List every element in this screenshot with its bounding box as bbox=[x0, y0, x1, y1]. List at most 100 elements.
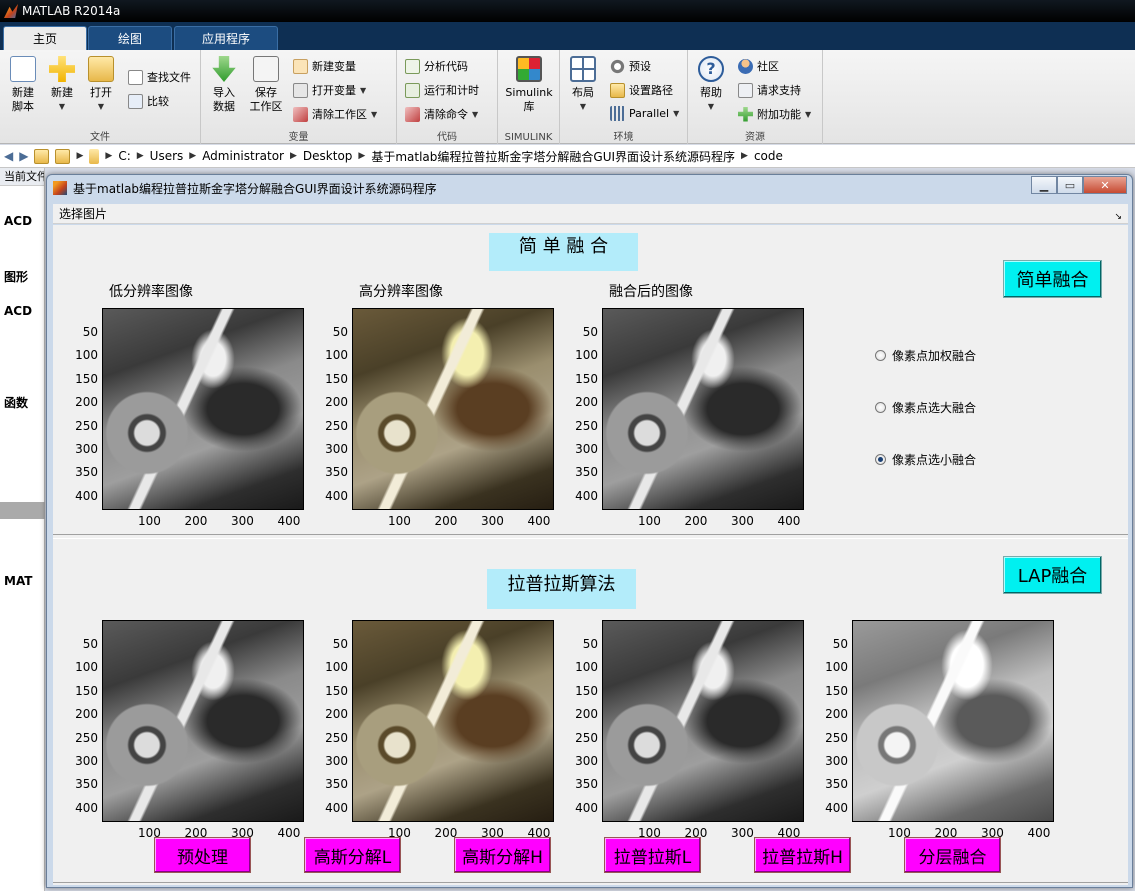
figure-body: 简 单 融 合 简单融合 低分辨率图像 高分辨率图像 融合后的图像 像素点加权融… bbox=[53, 225, 1128, 885]
compare-icon bbox=[128, 93, 143, 109]
current-folder-header: 当前文件夹 bbox=[0, 168, 44, 186]
open-variable-button[interactable]: 打开变量 ▼ bbox=[293, 82, 366, 98]
up-folder-icon[interactable] bbox=[34, 148, 50, 164]
chevron-down-icon: ▼ bbox=[673, 109, 680, 118]
set-path-button[interactable]: 设置路径 bbox=[610, 82, 673, 98]
folder-item[interactable]: MAT bbox=[4, 574, 32, 588]
axes-high-res-image bbox=[352, 308, 554, 510]
axes-title-high-res: 高分辨率图像 bbox=[359, 284, 443, 300]
layout-button[interactable]: 布局 ▼ bbox=[562, 56, 604, 114]
y-tick-label: 50 bbox=[82, 637, 98, 651]
preferences-button[interactable]: 预设 bbox=[610, 58, 651, 74]
chevron-right-icon: ▶ bbox=[358, 151, 366, 161]
new-variable-label: 新建变量 bbox=[312, 60, 356, 73]
simulink-library-button[interactable]: Simulink 库 bbox=[504, 56, 554, 114]
save-workspace-button[interactable]: 保存 工作区 bbox=[245, 56, 287, 114]
menu-overflow-icon[interactable]: ↘ bbox=[1114, 207, 1122, 227]
simple-fusion-button[interactable]: 简单融合 bbox=[1003, 260, 1102, 298]
y-tick-label: 300 bbox=[75, 754, 98, 768]
address-bar: ◀ ▶ ▶ ▶ C: ▶ Users ▶ Administrator ▶ Des… bbox=[0, 145, 1135, 168]
run-and-time-button[interactable]: 运行和计时 bbox=[405, 82, 479, 98]
group-code: 分析代码 运行和计时 清除命令 ▼ 代码 bbox=[397, 50, 498, 144]
folder-item[interactable]: 图形 bbox=[4, 268, 28, 285]
y-tick-label: 250 bbox=[825, 730, 848, 745]
maximize-button[interactable]: ▭ bbox=[1057, 176, 1083, 194]
simulink-label-2: 库 bbox=[523, 100, 535, 113]
forward-arrow-icon[interactable]: ▶ bbox=[19, 149, 28, 163]
new-label: 新建 bbox=[51, 86, 73, 99]
clear-workspace-button[interactable]: 清除工作区 ▼ bbox=[293, 106, 377, 122]
addons-button[interactable]: 附加功能 ▼ bbox=[738, 106, 811, 122]
plus-icon bbox=[49, 56, 75, 82]
folder-item[interactable]: ACD bbox=[4, 214, 32, 228]
axes-preprocess-image bbox=[102, 620, 304, 822]
radio-weighted-fusion[interactable]: 像素点加权融合 bbox=[875, 347, 976, 364]
breadcrumb-code[interactable]: code bbox=[754, 149, 783, 163]
breadcrumb-c[interactable]: C: bbox=[118, 149, 130, 163]
radio-min-fusion[interactable]: 像素点选小融合 bbox=[875, 451, 976, 468]
lap-fusion-button[interactable]: LAP融合 bbox=[1003, 556, 1102, 594]
new-script-button[interactable]: 新建 脚本 bbox=[2, 56, 44, 114]
gauss-decompose-l-button[interactable]: 高斯分解L bbox=[304, 837, 401, 873]
parallel-button[interactable]: Parallel ▼ bbox=[610, 106, 679, 121]
y-tick-label: 150 bbox=[575, 683, 598, 698]
help-button[interactable]: ? 帮助 ▼ bbox=[690, 56, 732, 114]
addons-label: 附加功能 bbox=[757, 108, 801, 121]
new-variable-button[interactable]: 新建变量 bbox=[293, 58, 356, 74]
x-tick-label: 200 bbox=[684, 514, 708, 528]
chevron-right-icon: ▶ bbox=[136, 151, 144, 161]
folder-item[interactable]: 函数 bbox=[4, 394, 28, 411]
find-files-button[interactable]: 查找文件 bbox=[128, 69, 191, 85]
new-button[interactable]: 新建 ▼ bbox=[41, 56, 83, 114]
request-support-button[interactable]: 请求支持 bbox=[738, 82, 801, 98]
close-button[interactable]: ✕ bbox=[1083, 176, 1127, 194]
menu-select-image[interactable]: 选择图片 bbox=[59, 207, 107, 221]
chevron-right-icon: ▶ bbox=[290, 151, 297, 161]
laplacian-l-button[interactable]: 拉普拉斯L bbox=[604, 837, 701, 873]
breadcrumb-administrator[interactable]: Administrator bbox=[202, 149, 284, 163]
clear-commands-icon bbox=[405, 106, 420, 122]
tab-home[interactable]: 主页 bbox=[3, 26, 87, 50]
browse-folder-icon[interactable] bbox=[55, 148, 71, 164]
y-tick-label: 300 bbox=[325, 442, 348, 456]
tab-apps[interactable]: 应用程序 bbox=[174, 26, 278, 50]
breadcrumb-desktop[interactable]: Desktop bbox=[303, 149, 353, 163]
radio-circle[interactable] bbox=[875, 350, 886, 361]
compare-button[interactable]: 比较 bbox=[128, 93, 169, 109]
group-label-file: 文件 bbox=[90, 132, 110, 143]
figure-titlebar: 基于matlab编程拉普拉斯金字塔分解融合GUI界面设计系统源码程序 bbox=[47, 175, 1132, 201]
breadcrumb-project-folder[interactable]: 基于matlab编程拉普拉斯金字塔分解融合GUI界面设计系统源码程序 bbox=[371, 148, 735, 165]
analyze-code-button[interactable]: 分析代码 bbox=[405, 58, 468, 74]
y-tick-label: 100 bbox=[575, 348, 598, 363]
group-file: 新建 脚本 新建 ▼ 打开 ▼ 查找文件 比较 文件 bbox=[0, 50, 201, 144]
breadcrumb-users[interactable]: Users bbox=[150, 149, 184, 163]
preprocess-button[interactable]: 预处理 bbox=[154, 837, 251, 873]
community-button[interactable]: 社区 bbox=[738, 58, 779, 74]
y-tick-label: 400 bbox=[325, 488, 348, 503]
clear-commands-button[interactable]: 清除命令 ▼ bbox=[405, 106, 478, 122]
open-button[interactable]: 打开 ▼ bbox=[80, 56, 122, 114]
minimize-button[interactable]: ▁ bbox=[1031, 176, 1057, 194]
y-tick-label: 150 bbox=[575, 371, 598, 386]
group-environment: 布局 ▼ 预设 设置路径 Parallel ▼ 环境 bbox=[560, 50, 688, 144]
layered-fusion-button[interactable]: 分层融合 bbox=[904, 837, 1001, 873]
y-tick-label: 400 bbox=[575, 488, 598, 503]
clear-workspace-icon bbox=[293, 106, 308, 122]
tab-plots[interactable]: 绘图 bbox=[88, 26, 172, 50]
radio-circle[interactable] bbox=[875, 402, 886, 413]
parallel-label: Parallel bbox=[629, 107, 670, 120]
group-label-variable: 变量 bbox=[288, 132, 309, 143]
laplacian-h-button[interactable]: 拉普拉斯H bbox=[754, 837, 851, 873]
import-data-button[interactable]: 导入 数据 bbox=[203, 56, 245, 114]
y-tick-label: 250 bbox=[75, 730, 98, 745]
window-buttons: ▁ ▭ ✕ bbox=[1031, 176, 1127, 194]
help-label: 帮助 bbox=[700, 86, 722, 99]
chevron-down-icon: ▼ bbox=[371, 109, 378, 119]
back-arrow-icon[interactable]: ◀ bbox=[4, 149, 13, 163]
y-tick-label: 150 bbox=[325, 683, 348, 698]
radio-max-fusion[interactable]: 像素点选大融合 bbox=[875, 399, 976, 416]
radio-circle-selected[interactable] bbox=[875, 454, 886, 465]
folder-item[interactable]: ACD bbox=[4, 304, 32, 318]
set-path-label: 设置路径 bbox=[629, 84, 673, 97]
gauss-decompose-h-button[interactable]: 高斯分解H bbox=[454, 837, 551, 873]
